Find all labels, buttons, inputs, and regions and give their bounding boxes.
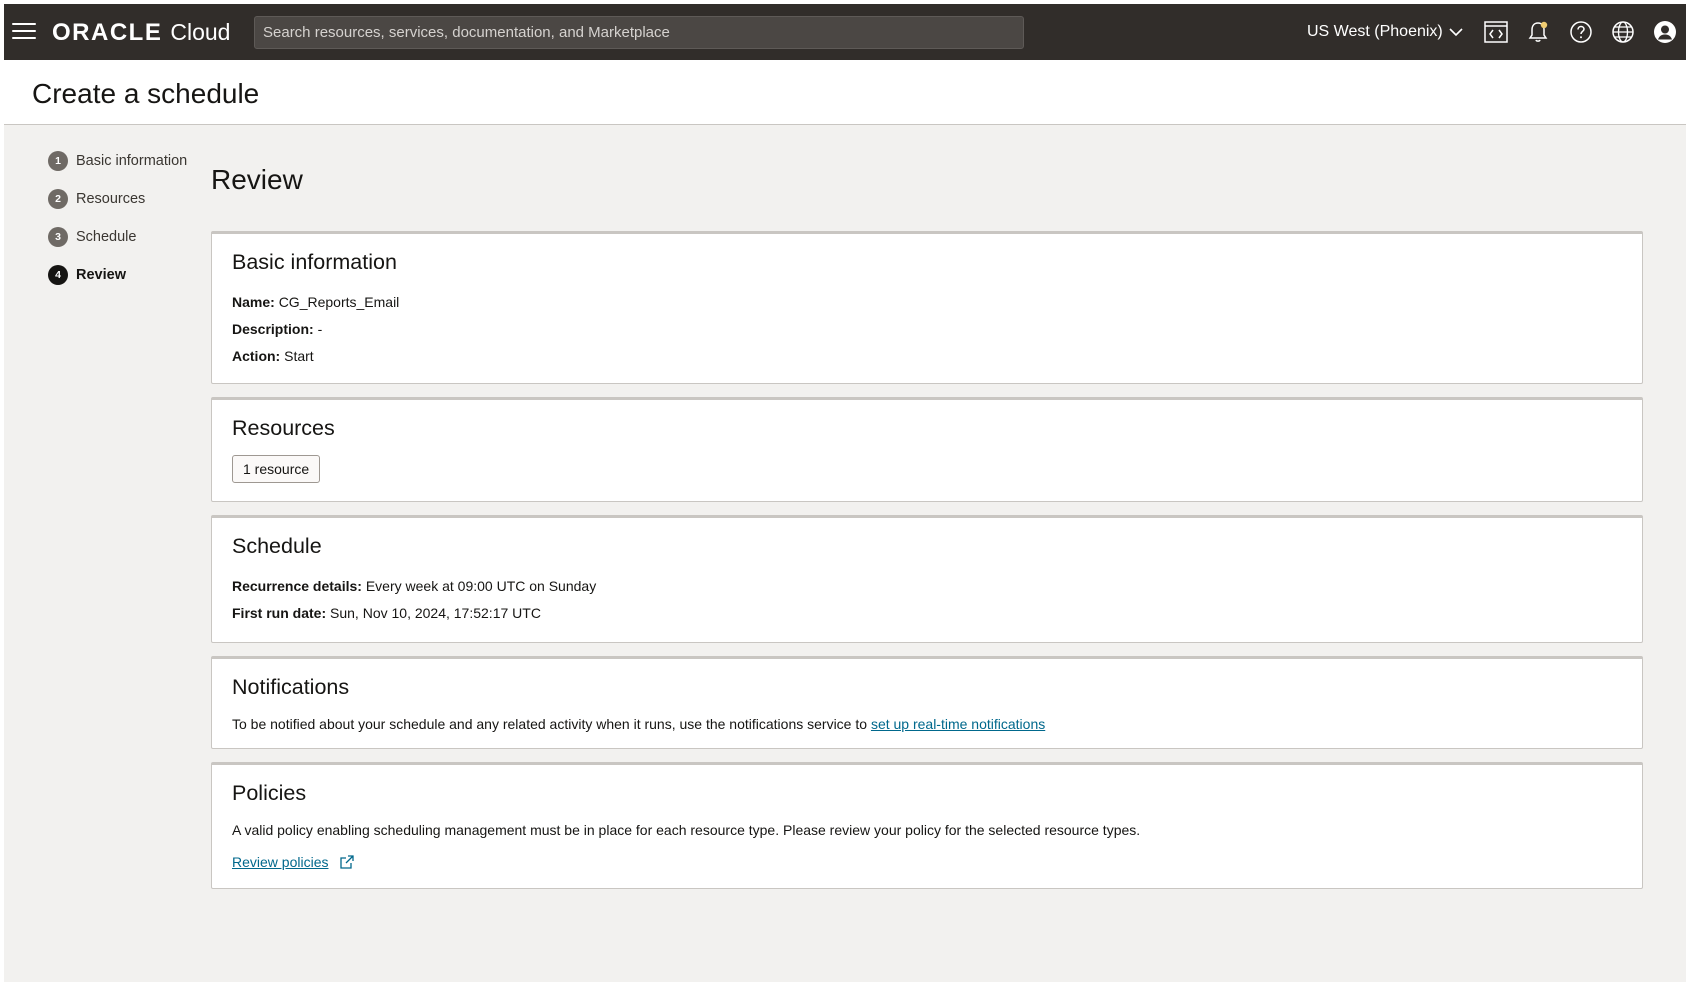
step-schedule[interactable]: 3 Schedule [48,226,187,248]
page-header: Create a schedule [4,60,1686,125]
user-icon[interactable] [1651,18,1679,46]
chevron-down-icon [1449,27,1463,36]
notification-dot [1540,21,1548,29]
action-label: Action: [232,348,281,364]
review-policies-row: Review policies [232,852,1622,872]
first-run-row: First run date: Sun, Nov 10, 2024, 17:52… [232,600,1622,627]
action-value: Start [284,348,314,364]
top-navigation-bar: ORACLE Cloud US West (Phoenix) [4,4,1686,60]
name-value: CG_Reports_Email [278,294,400,310]
card-heading: Basic information [232,250,397,274]
region-label: US West (Phoenix) [1307,23,1443,40]
step-review[interactable]: 4 Review [48,264,187,286]
notifications-card: Notifications To be notified about your … [211,656,1643,749]
step-number: 3 [48,227,68,247]
globe-icon[interactable] [1609,18,1637,46]
card-heading: Schedule [232,534,322,558]
recurrence-row: Recurrence details: Every week at 09:00 … [232,573,1622,600]
description-value: - [317,321,323,337]
step-label: Review [76,267,126,283]
resource-count-badge[interactable]: 1 resource [232,455,321,483]
recurrence-label: Recurrence details: [232,578,362,594]
review-policies-link[interactable]: Review policies [232,854,328,870]
policies-card: Policies A valid policy enabling schedul… [211,762,1643,889]
step-basic-information[interactable]: 1 Basic information [48,150,187,172]
app-frame: ORACLE Cloud US West (Phoenix) [4,4,1686,982]
step-number: 2 [48,189,68,209]
recurrence-value: Every week at 09:00 UTC on Sunday [365,578,597,594]
step-resources[interactable]: 2 Resources [48,188,187,210]
card-heading: Resources [232,416,335,440]
policies-description: A valid policy enabling scheduling manag… [232,822,1141,838]
first-run-value: Sun, Nov 10, 2024, 17:52:17 UTC [330,605,541,621]
notifications-description: To be notified about your schedule and a… [232,716,868,732]
step-number: 1 [48,151,68,171]
action-row: Action: Start [232,343,1622,370]
first-run-label: First run date: [232,605,327,621]
brand-cloud: Cloud [170,19,231,45]
page-title: Create a schedule [32,78,260,109]
step-label: Schedule [76,229,137,245]
step-label: Basic information [76,153,188,169]
oracle-cloud-logo[interactable]: ORACLE Cloud [52,19,230,47]
description-row: Description: - [232,316,1622,343]
brand-oracle: ORACLE [52,19,163,46]
basic-information-card: Basic information Name: CG_Reports_Email… [211,231,1643,384]
step-label: Resources [76,191,146,207]
description-label: Description: [232,321,314,337]
resources-card: Resources 1 resource [211,397,1643,502]
region-selector[interactable]: US West (Phoenix) [1307,4,1463,60]
help-icon[interactable] [1567,18,1595,46]
step-number: 4 [48,265,68,285]
card-heading: Policies [232,781,307,805]
name-label: Name: [232,294,275,310]
name-row: Name: CG_Reports_Email [232,289,1622,316]
card-heading: Notifications [232,675,350,699]
code-editor-icon[interactable] [1482,18,1510,46]
notifications-text: To be notified about your schedule and a… [232,714,1622,734]
wizard-steps: 1 Basic information 2 Resources 3 Schedu… [48,150,187,302]
bell-icon[interactable] [1524,18,1552,46]
search-input[interactable] [254,16,1024,49]
review-title: Review [211,164,303,195]
setup-notifications-link[interactable]: set up real-time notifications [871,716,1045,732]
menu-icon[interactable] [12,21,36,41]
external-link-icon[interactable] [340,855,355,869]
schedule-card: Schedule Recurrence details: Every week … [211,515,1643,643]
